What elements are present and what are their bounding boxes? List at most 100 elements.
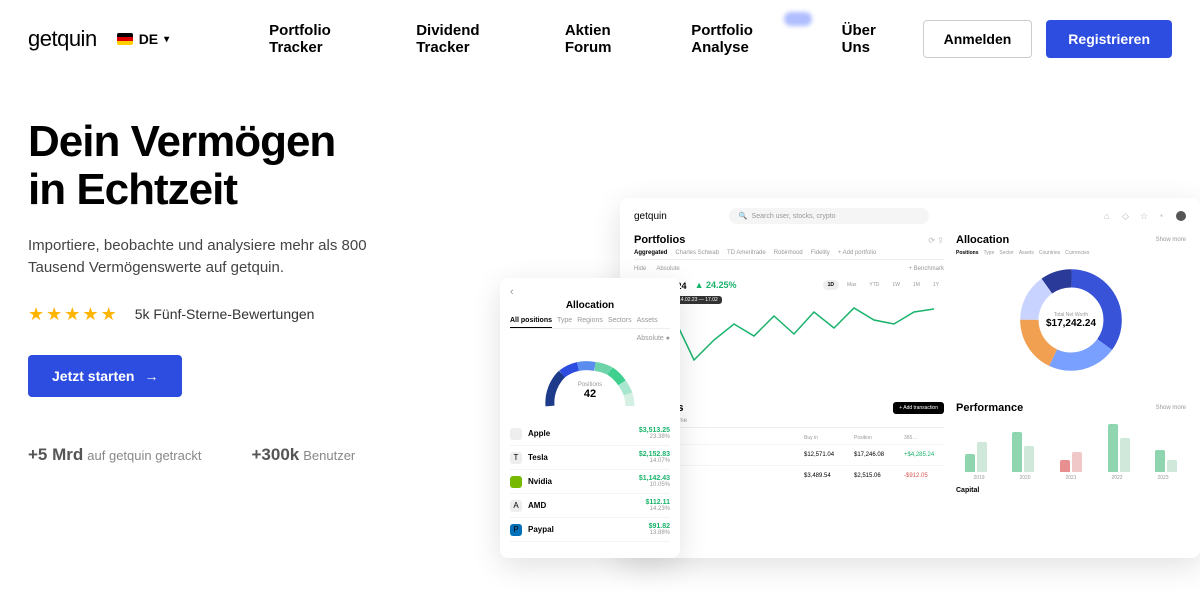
star-icon: ★ bbox=[64, 304, 80, 325]
gauge-center: Positions 42 bbox=[578, 382, 602, 400]
year-label: 2021 bbox=[1065, 475, 1076, 481]
sub-hide[interactable]: Hide bbox=[634, 266, 646, 272]
tab-countries[interactable]: Countries bbox=[1039, 250, 1060, 256]
panel-actions-icon[interactable]: ⟳ ⇪ bbox=[928, 236, 944, 245]
portfolio-subtabs: Hide Absolute + Benchmark bbox=[634, 266, 944, 272]
pill-1w[interactable]: 1W bbox=[887, 280, 905, 290]
nav-aktien-forum[interactable]: Aktien Forum bbox=[565, 22, 653, 56]
flag-de-icon bbox=[117, 33, 133, 45]
show-more-link[interactable]: Show more bbox=[1156, 237, 1186, 243]
tab-add-portfolio[interactable]: + Add portfolio bbox=[838, 250, 877, 256]
tab-positions[interactable]: Positions bbox=[956, 250, 979, 256]
position-list: Apple$3,513.2523.38% TTesla$2,152.8314.0… bbox=[510, 422, 670, 542]
row-pos: $17,246.08 bbox=[854, 452, 904, 458]
home-icon[interactable]: ⌂ bbox=[1104, 211, 1114, 221]
tab-currencies[interactable]: Currencies bbox=[1065, 250, 1089, 256]
positions-panel: Positions + Add transaction Positions Al… bbox=[634, 402, 944, 494]
row-buyin: $3,489.54 bbox=[804, 473, 854, 479]
chevron-down-icon: ▾ bbox=[164, 34, 169, 45]
stat-num: +5 Mrd bbox=[28, 445, 83, 464]
list-item[interactable]: TTesla$2,152.8314.07% bbox=[510, 446, 670, 470]
hero-title: Dein Vermögen in Echtzeit bbox=[28, 118, 508, 215]
tab-type[interactable]: Type bbox=[984, 250, 995, 256]
portfolios-panel: Portfolios ⟳ ⇪ Aggregated Charles Schwab… bbox=[634, 234, 944, 390]
row-chg: +$4,285.24 bbox=[904, 452, 944, 458]
pill-1d[interactable]: 1D bbox=[823, 280, 839, 290]
positions-tabs: Positions Alltime bbox=[634, 418, 944, 428]
performance-bars bbox=[956, 422, 1186, 472]
year-label: 2023 bbox=[1157, 475, 1168, 481]
table-row[interactable]: TeslaTSLA · 4.0 $3,489.54 $2,515.06 -$91… bbox=[634, 465, 944, 486]
tab-fidelity[interactable]: Fidelity bbox=[811, 250, 830, 256]
allocation-panel: Allocation Show more Positions Type Sect… bbox=[956, 234, 1186, 390]
dashboard-main-card: getquin 🔍 Search user, stocks, crypto ⌂ … bbox=[620, 198, 1200, 558]
tab-assets[interactable]: Assets bbox=[1019, 250, 1034, 256]
main-nav: Portfolio Tracker Dividend Tracker Aktie… bbox=[269, 22, 902, 56]
pill-1y[interactable]: 1Y bbox=[928, 280, 944, 290]
benchmark-button[interactable]: + Benchmark bbox=[908, 266, 944, 272]
hero-title-line2: in Echtzeit bbox=[28, 165, 237, 214]
paypal-icon: P bbox=[510, 524, 522, 536]
pos-pct: 10.05% bbox=[639, 482, 670, 488]
list-item[interactable]: AAMD$112.1114.23% bbox=[510, 494, 670, 518]
pos-val: $3,513.25 bbox=[639, 427, 670, 434]
allocation-panel-title: Allocation bbox=[956, 234, 1009, 246]
tab-sector[interactable]: Sector bbox=[999, 250, 1013, 256]
range-pills: 1D Max YTD 1W 1M 1Y bbox=[823, 280, 944, 290]
pill-max[interactable]: Max bbox=[842, 280, 861, 290]
pos-name: Nvidia bbox=[528, 477, 633, 486]
year-label: 2019 bbox=[973, 475, 984, 481]
login-button[interactable]: Anmelden bbox=[923, 20, 1033, 58]
pill-ytd[interactable]: YTD bbox=[864, 280, 884, 290]
star-icon[interactable]: ☆ bbox=[1140, 211, 1150, 221]
bell-icon[interactable]: ◔ bbox=[1158, 211, 1168, 221]
tab-schwab[interactable]: Charles Schwab bbox=[675, 250, 719, 256]
nav-dividend-tracker[interactable]: Dividend Tracker bbox=[416, 22, 527, 56]
table-head: Buy in Position 365… bbox=[634, 432, 944, 444]
list-item[interactable]: Nvidia$1,142.4310.05% bbox=[510, 470, 670, 494]
portfolio-tabs: Aggregated Charles Schwab TD Ameritrade … bbox=[634, 250, 944, 260]
star-icon: ★ bbox=[46, 304, 62, 325]
avatar[interactable] bbox=[1176, 211, 1186, 221]
hero-subtitle: Importiere, beobachte und analysiere meh… bbox=[28, 235, 388, 280]
pos-pct: 14.23% bbox=[645, 506, 670, 512]
list-item[interactable]: Apple$3,513.2523.38% bbox=[510, 422, 670, 446]
pos-name: AMD bbox=[528, 501, 639, 510]
nav-portfolio-tracker[interactable]: Portfolio Tracker bbox=[269, 22, 378, 56]
search-input[interactable]: 🔍 Search user, stocks, crypto bbox=[729, 208, 929, 224]
performance-panel: Performance Show more 2019 2020 2021 bbox=[956, 402, 1186, 494]
tab-assets[interactable]: Assets bbox=[637, 317, 658, 324]
pill-1m[interactable]: 1M bbox=[908, 280, 925, 290]
row-buyin: $12,571.04 bbox=[804, 452, 854, 458]
add-transaction-button[interactable]: + Add transaction bbox=[893, 402, 944, 414]
nav-portfolio-analyse[interactable]: Portfolio Analyse bbox=[691, 22, 803, 56]
cta-button[interactable]: Jetzt starten → bbox=[28, 355, 182, 397]
tab-td[interactable]: TD Ameritrade bbox=[727, 250, 766, 256]
tab-aggregated[interactable]: Aggregated bbox=[634, 250, 667, 256]
dashboard-topbar: getquin 🔍 Search user, stocks, crypto ⌂ … bbox=[634, 208, 1186, 224]
topbar-icons: ⌂ ◇ ☆ ◔ bbox=[1104, 211, 1186, 221]
pos-val: $91.82 bbox=[649, 523, 670, 530]
header: getquin DE ▾ Portfolio Tracker Dividend … bbox=[0, 0, 1200, 78]
allocation-gauge: Positions 42 bbox=[510, 346, 670, 416]
tab-all-positions[interactable]: All positions bbox=[510, 317, 552, 328]
list-item[interactable]: PPaypal$91.8213.88% bbox=[510, 518, 670, 542]
stat-tracked: +5 Mrdauf getquin getrackt bbox=[28, 445, 201, 465]
star-icon: ★ bbox=[101, 304, 117, 325]
tab-type[interactable]: Type bbox=[557, 317, 572, 324]
performance-title: Performance bbox=[956, 402, 1023, 414]
absolute-toggle[interactable]: Absolute ● bbox=[510, 335, 670, 342]
table-row[interactable]: AppleAAPL · 115.2 $12,571.04 $17,246.08 … bbox=[634, 444, 944, 465]
tab-regions[interactable]: Regions bbox=[577, 317, 603, 324]
hero-title-line1: Dein Vermögen bbox=[28, 117, 335, 166]
compass-icon[interactable]: ◇ bbox=[1122, 211, 1132, 221]
tab-robinhood[interactable]: Robinhood bbox=[774, 250, 803, 256]
nav-ueber-uns[interactable]: Über Uns bbox=[842, 22, 903, 56]
absolute-label: Absolute bbox=[637, 335, 664, 342]
pos-pct: 23.38% bbox=[639, 434, 670, 440]
sub-absolute[interactable]: Absolute bbox=[656, 266, 679, 272]
tab-sectors[interactable]: Sectors bbox=[608, 317, 632, 324]
register-button[interactable]: Registrieren bbox=[1046, 20, 1172, 58]
locale-selector[interactable]: DE ▾ bbox=[117, 31, 169, 47]
show-more-link[interactable]: Show more bbox=[1156, 405, 1186, 411]
